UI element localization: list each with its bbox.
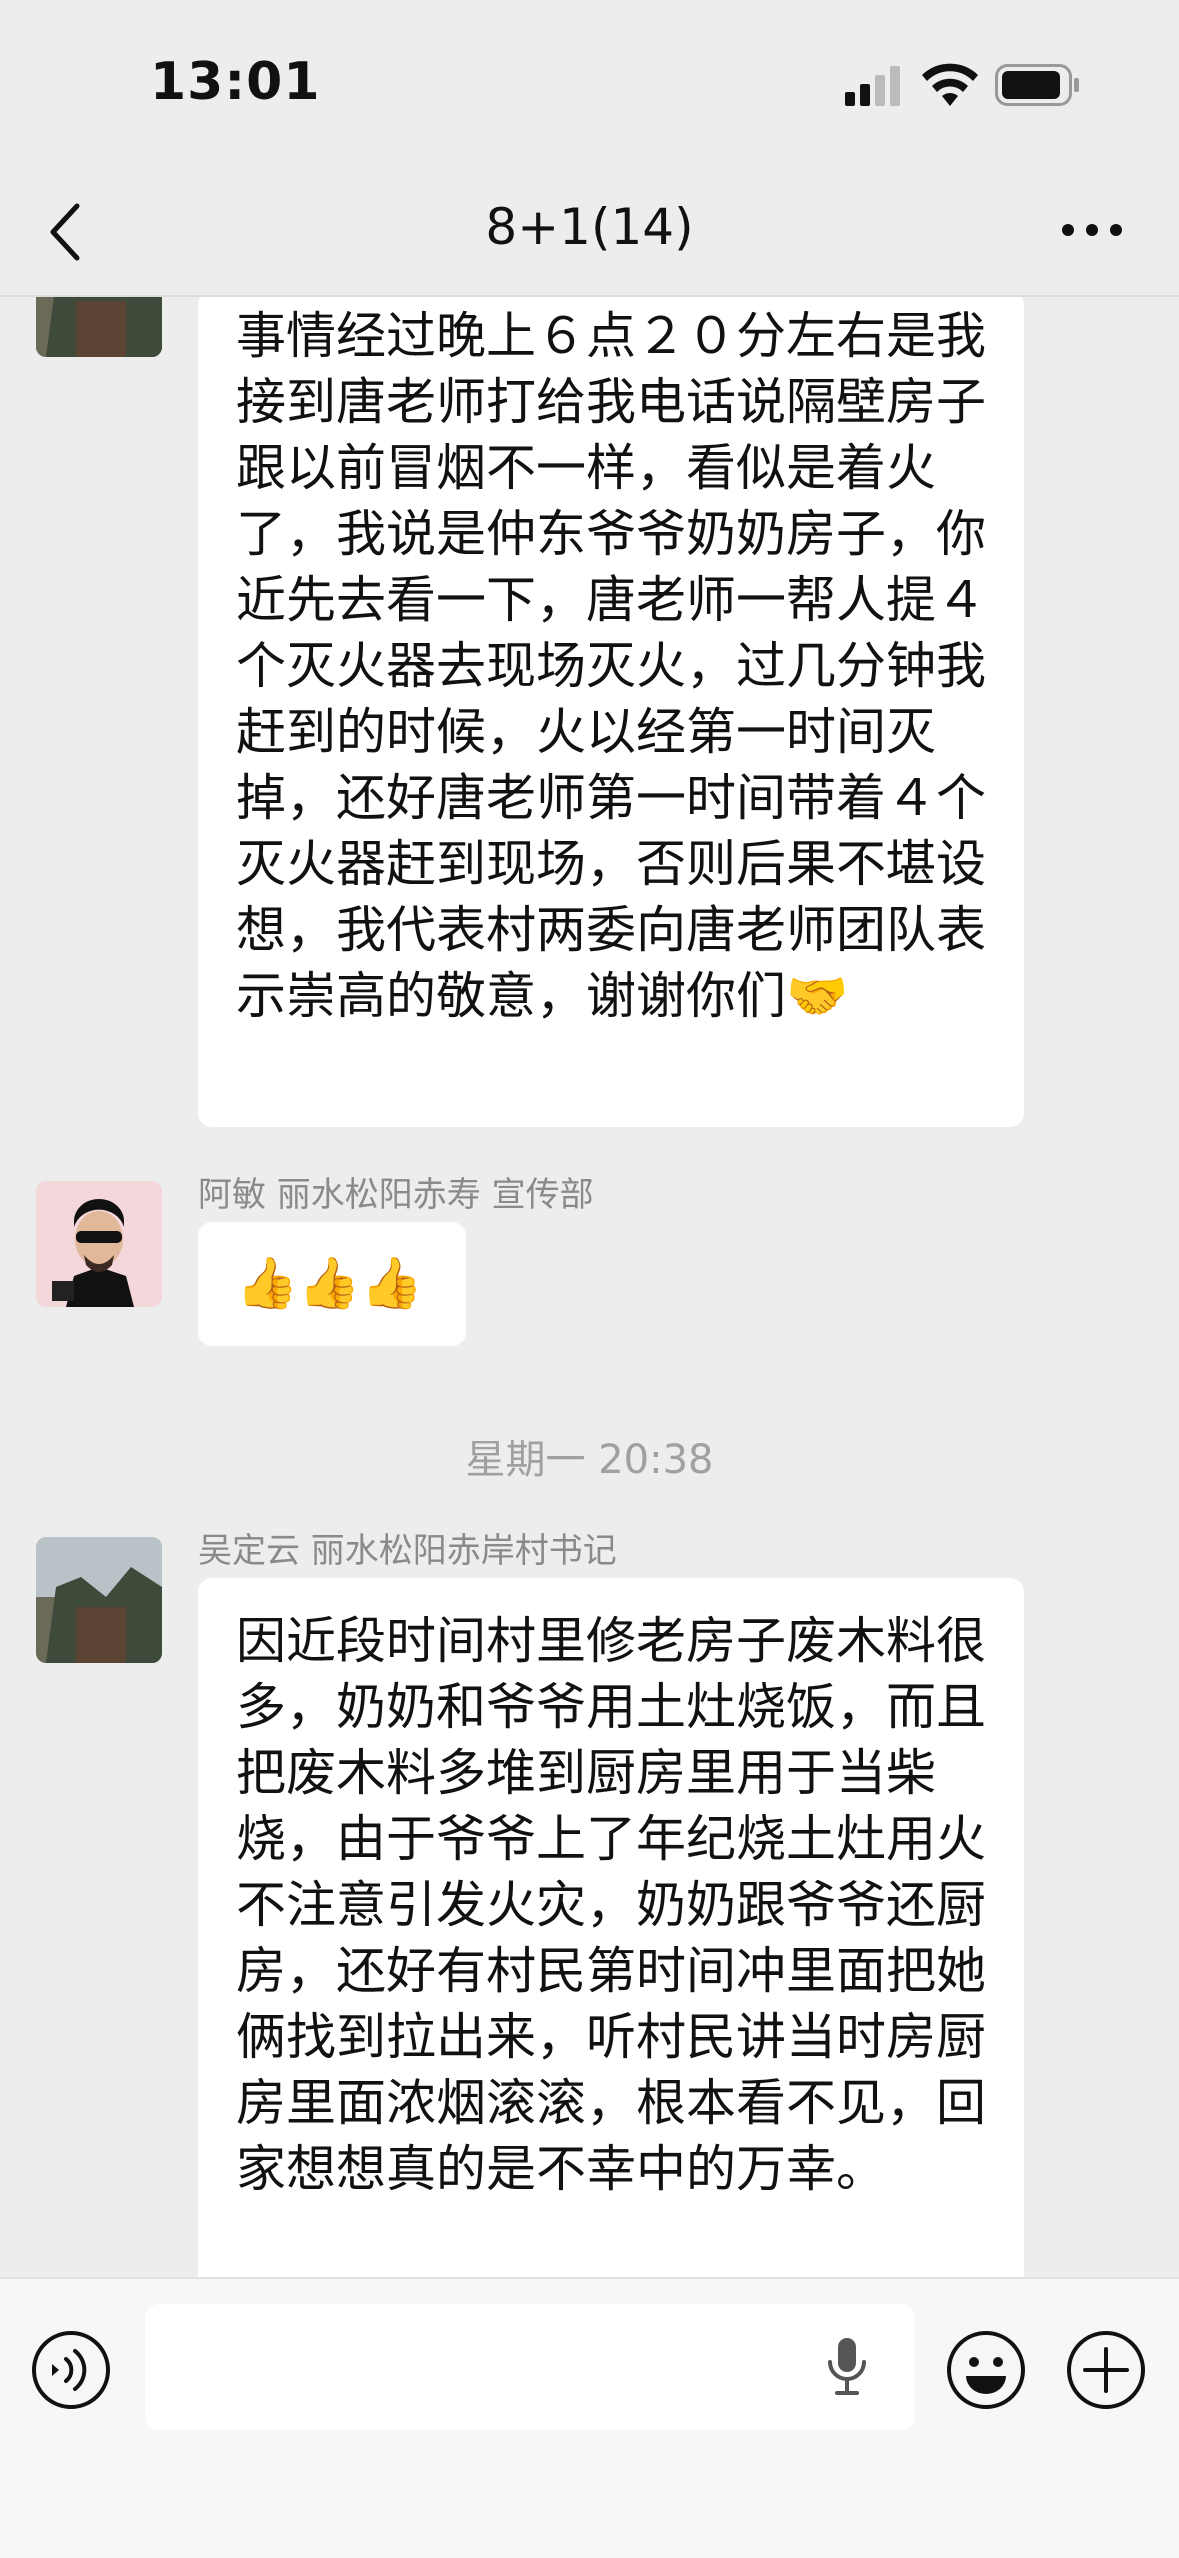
avatar[interactable] [36, 297, 162, 357]
cellular-signal-icon [845, 66, 900, 106]
message-bubble[interactable]: 因近段时间村里修老房子废木料很多，奶奶和爷爷用土灶烧饭，而且把废木料多堆到厨房里… [198, 1578, 1024, 2277]
message-bubble[interactable]: 👍👍👍 [198, 1222, 466, 1346]
sender-name: 阿敏 丽水松阳赤寿 宣传部 [198, 1175, 594, 1215]
status-bar: 13:01 [0, 0, 1179, 170]
timestamp-divider: 星期一 20:38 [465, 1437, 714, 1483]
sender-name: 吴定云 丽水松阳赤岸村书记 [198, 1531, 617, 1571]
emoji-button[interactable] [945, 2329, 1027, 2411]
chat-title: 8+1(14) [485, 198, 694, 256]
message-input[interactable] [145, 2304, 915, 2430]
avatar[interactable] [36, 1181, 162, 1307]
add-attachment-button[interactable] [1065, 2329, 1147, 2411]
message-list[interactable]: 事情经过晚上６点２０分左右是我接到唐老师打给我电话说隔壁房子跟以前冒烟不一样，看… [0, 297, 1179, 2277]
status-time: 13:01 [150, 52, 321, 112]
message-bubble[interactable]: 事情经过晚上６点２０分左右是我接到唐老师打给我电话说隔壁房子跟以前冒烟不一样，看… [198, 297, 1024, 1127]
wifi-icon [922, 63, 978, 106]
more-options-icon[interactable] [1060, 222, 1124, 238]
voice-mode-button[interactable] [30, 2329, 112, 2411]
avatar[interactable] [36, 1537, 162, 1663]
input-toolbar [0, 2277, 1179, 2558]
battery-icon [995, 64, 1079, 106]
microphone-icon[interactable] [825, 2334, 869, 2400]
chat-header: 8+1(14) [0, 170, 1179, 297]
